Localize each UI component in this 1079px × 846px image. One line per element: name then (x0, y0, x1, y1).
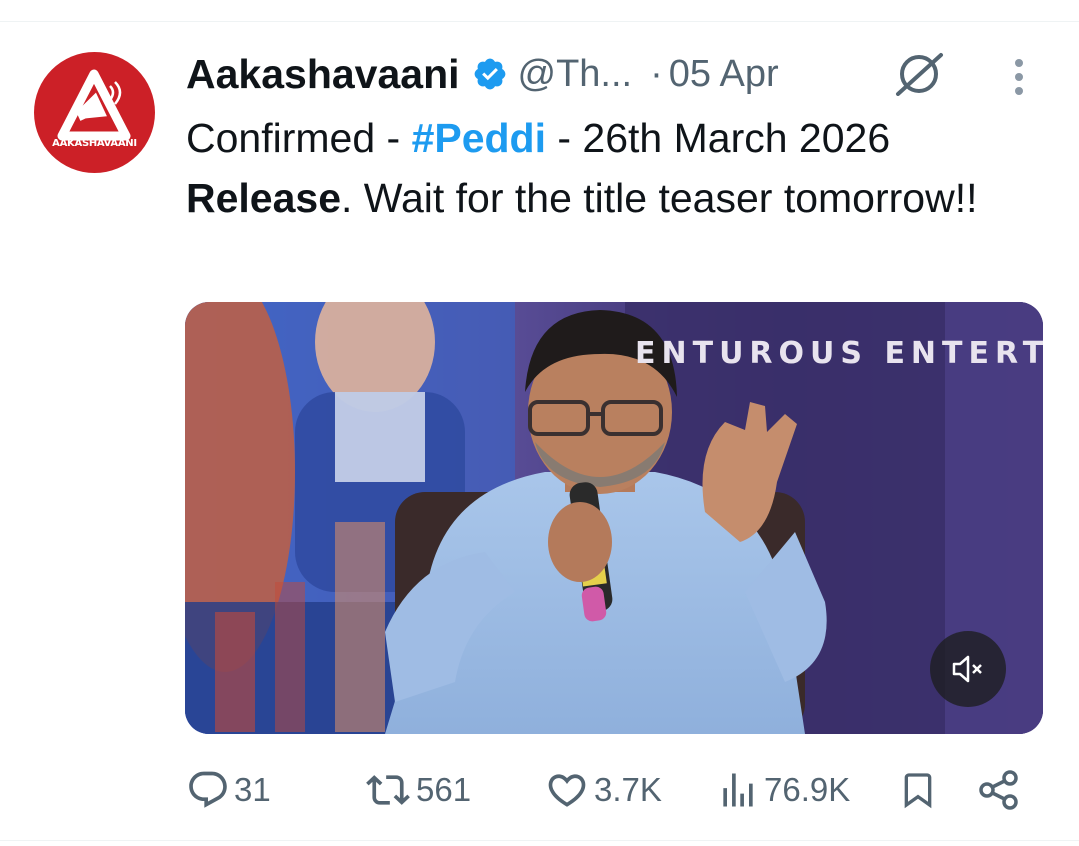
mute-button[interactable] (930, 631, 1006, 707)
bookmark-button[interactable] (898, 765, 938, 815)
action-bar: 31 561 3.7K 76.9K (186, 765, 1046, 815)
tweet-text-part: - 26th March 2026 (546, 115, 891, 161)
views-button[interactable]: 76.9K (716, 765, 850, 815)
avatar[interactable]: AAKASHAVAANI (34, 52, 155, 173)
display-name[interactable]: Aakashavaani (186, 51, 460, 98)
tweet-video[interactable]: ENTUROUS ENTERT (185, 302, 1043, 734)
verified-badge-icon[interactable] (472, 56, 508, 92)
share-button[interactable] (976, 765, 1022, 815)
tweet-text-part: . Wait for the title teaser tomorrow!! (341, 175, 978, 221)
like-icon (548, 774, 586, 807)
grok-icon[interactable] (895, 52, 945, 96)
repost-button[interactable]: 561 (364, 765, 471, 815)
views-icon (723, 773, 753, 807)
tweet-text-part: Confirmed - (186, 115, 412, 161)
bookmark-icon (904, 773, 932, 809)
top-divider (0, 21, 1079, 22)
avatar-logo-icon (57, 69, 131, 141)
reply-icon (189, 771, 227, 808)
separator-dot: · (650, 52, 663, 95)
hashtag-link[interactable]: #Peddi (412, 115, 546, 161)
reply-count: 31 (234, 771, 271, 808)
repost-icon (366, 775, 410, 805)
background-banner-text: ENTUROUS ENTERT (635, 336, 1043, 371)
user-handle[interactable]: @Th... (518, 53, 633, 96)
tweet-date[interactable]: 05 Apr (669, 53, 779, 96)
more-options-icon[interactable] (1010, 56, 1028, 98)
repost-count: 561 (416, 771, 472, 808)
mute-icon (952, 655, 982, 683)
avatar-brand-text: AAKASHAVAANI (52, 138, 137, 149)
tweet-text: Confirmed - #Peddi - 26th March 2026 Rele… (186, 108, 1016, 228)
views-count: 76.9K (764, 771, 851, 808)
tweet-text-bold: Release (186, 175, 342, 221)
like-button[interactable]: 3.7K (544, 765, 662, 815)
reply-button[interactable]: 31 (186, 765, 271, 815)
share-icon (979, 770, 1018, 810)
bottom-divider (0, 840, 1079, 841)
like-count: 3.7K (594, 771, 662, 808)
